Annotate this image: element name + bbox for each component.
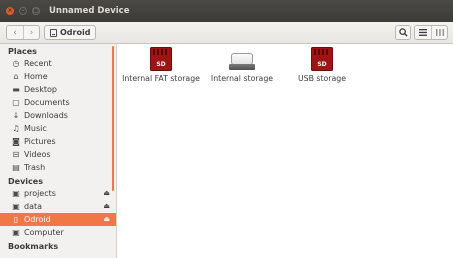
file-item-internal-fat-storage[interactable]: SD Internal FAT storage — [122, 47, 200, 83]
window-titlebar: × – □ Unnamed Device — [0, 0, 453, 22]
sidebar-item-label: Home — [24, 72, 48, 81]
navigation-group: ‹ › — [6, 25, 40, 40]
home-icon: ⌂ — [13, 72, 19, 81]
sidebar-item-projects[interactable]: ▣ projects ⏏ — [0, 187, 116, 200]
eject-icon[interactable]: ⏏ — [103, 202, 110, 210]
toolbar-right — [395, 25, 448, 40]
devices-header: Devices — [8, 177, 43, 186]
bookmarks-header: Bookmarks — [8, 242, 59, 251]
file-label: USB storage — [297, 74, 347, 83]
path-label: Odroid — [60, 28, 91, 37]
sidebar-item-label: Computer — [24, 228, 64, 237]
sd-badge: SD — [317, 61, 327, 68]
close-window-button[interactable]: × — [6, 7, 14, 15]
hard-drive-icon — [229, 51, 255, 71]
sidebar-item-data[interactable]: ▣ data ⏏ — [0, 200, 116, 213]
sidebar-item-pictures[interactable]: ◙ Pictures — [0, 135, 116, 148]
search-button[interactable] — [395, 25, 411, 40]
sidebar-item-recent[interactable]: ◷ Recent — [0, 57, 116, 70]
music-icon: ♫ — [12, 124, 20, 133]
sd-badge: SD — [156, 61, 166, 68]
sidebar-item-trash[interactable]: ▤ Trash — [0, 161, 116, 174]
sidebar-item-label: projects — [24, 189, 56, 198]
sidebar-item-label: data — [24, 202, 43, 211]
clock-icon: ◷ — [12, 59, 20, 68]
sidebar-item-computer[interactable]: ▣ Computer — [0, 226, 116, 239]
sidebar-item-label: Downloads — [24, 111, 68, 120]
sd-card-icon: SD — [311, 47, 333, 71]
sidebar-item-videos[interactable]: ⊟ Videos — [0, 148, 116, 161]
sidebar-item-desktop[interactable]: ▬ Desktop — [0, 83, 116, 96]
file-item-internal-storage[interactable]: Internal storage — [204, 47, 280, 83]
places-header: Places — [8, 47, 37, 56]
view-switcher — [414, 25, 448, 40]
sidebar-item-odroid[interactable]: ▯ Odroid ⏏ — [0, 213, 116, 226]
trash-icon: ▤ — [12, 163, 20, 172]
file-label: Internal storage — [210, 74, 274, 83]
sidebar-item-label: Music — [24, 124, 47, 133]
minimize-window-button[interactable]: – — [19, 7, 27, 15]
computer-icon: ▣ — [12, 228, 20, 237]
sidebar-item-label: Desktop — [24, 85, 57, 94]
maximize-window-button[interactable]: □ — [32, 7, 40, 15]
window-title: Unnamed Device — [49, 6, 130, 16]
drive-icon: ▣ — [12, 202, 20, 211]
sidebar-item-home[interactable]: ⌂ Home — [0, 70, 116, 83]
folder-icon: ▬ — [12, 85, 20, 94]
sidebar-item-label: Trash — [24, 163, 46, 172]
camera-icon: ◙ — [12, 137, 20, 146]
grid-view-button[interactable] — [431, 26, 447, 39]
drive-icon: ▯ — [13, 215, 19, 224]
grid-view-icon — [435, 29, 444, 36]
path-bar-button[interactable]: Odroid — [44, 25, 97, 40]
drive-icon: ▣ — [12, 189, 20, 198]
sidebar-item-documents[interactable]: ▢ Documents — [0, 96, 116, 109]
file-item-usb-storage[interactable]: SD USB storage — [284, 47, 360, 83]
film-icon: ⊟ — [12, 150, 20, 159]
eject-icon[interactable]: ⏏ — [103, 189, 110, 197]
sidebar-item-music[interactable]: ♫ Music — [0, 122, 116, 135]
list-view-button[interactable] — [415, 26, 431, 39]
eject-icon[interactable]: ⏏ — [103, 215, 110, 223]
download-icon: ↓ — [12, 111, 20, 120]
toolbar: ‹ › Odroid — [0, 22, 453, 44]
drive-icon — [50, 28, 57, 37]
file-label: Internal FAT storage — [122, 74, 200, 83]
sidebar-item-label: Pictures — [24, 137, 56, 146]
sidebar-item-label: Odroid — [24, 215, 51, 224]
file-view[interactable]: SD Internal FAT storage Internal storage… — [118, 44, 453, 258]
sidebar-item-label: Recent — [24, 59, 52, 68]
back-button[interactable]: ‹ — [7, 26, 23, 39]
list-view-icon — [419, 29, 427, 36]
document-icon: ▢ — [12, 98, 20, 107]
sidebar: Places ◷ Recent ⌂ Home ▬ Desktop ▢ Docum… — [0, 44, 117, 258]
sidebar-item-downloads[interactable]: ↓ Downloads — [0, 109, 116, 122]
sidebar-item-label: Documents — [24, 98, 70, 107]
sd-card-icon: SD — [150, 47, 172, 71]
forward-button[interactable]: › — [23, 26, 39, 39]
search-icon — [398, 28, 408, 37]
sidebar-item-label: Videos — [24, 150, 51, 159]
